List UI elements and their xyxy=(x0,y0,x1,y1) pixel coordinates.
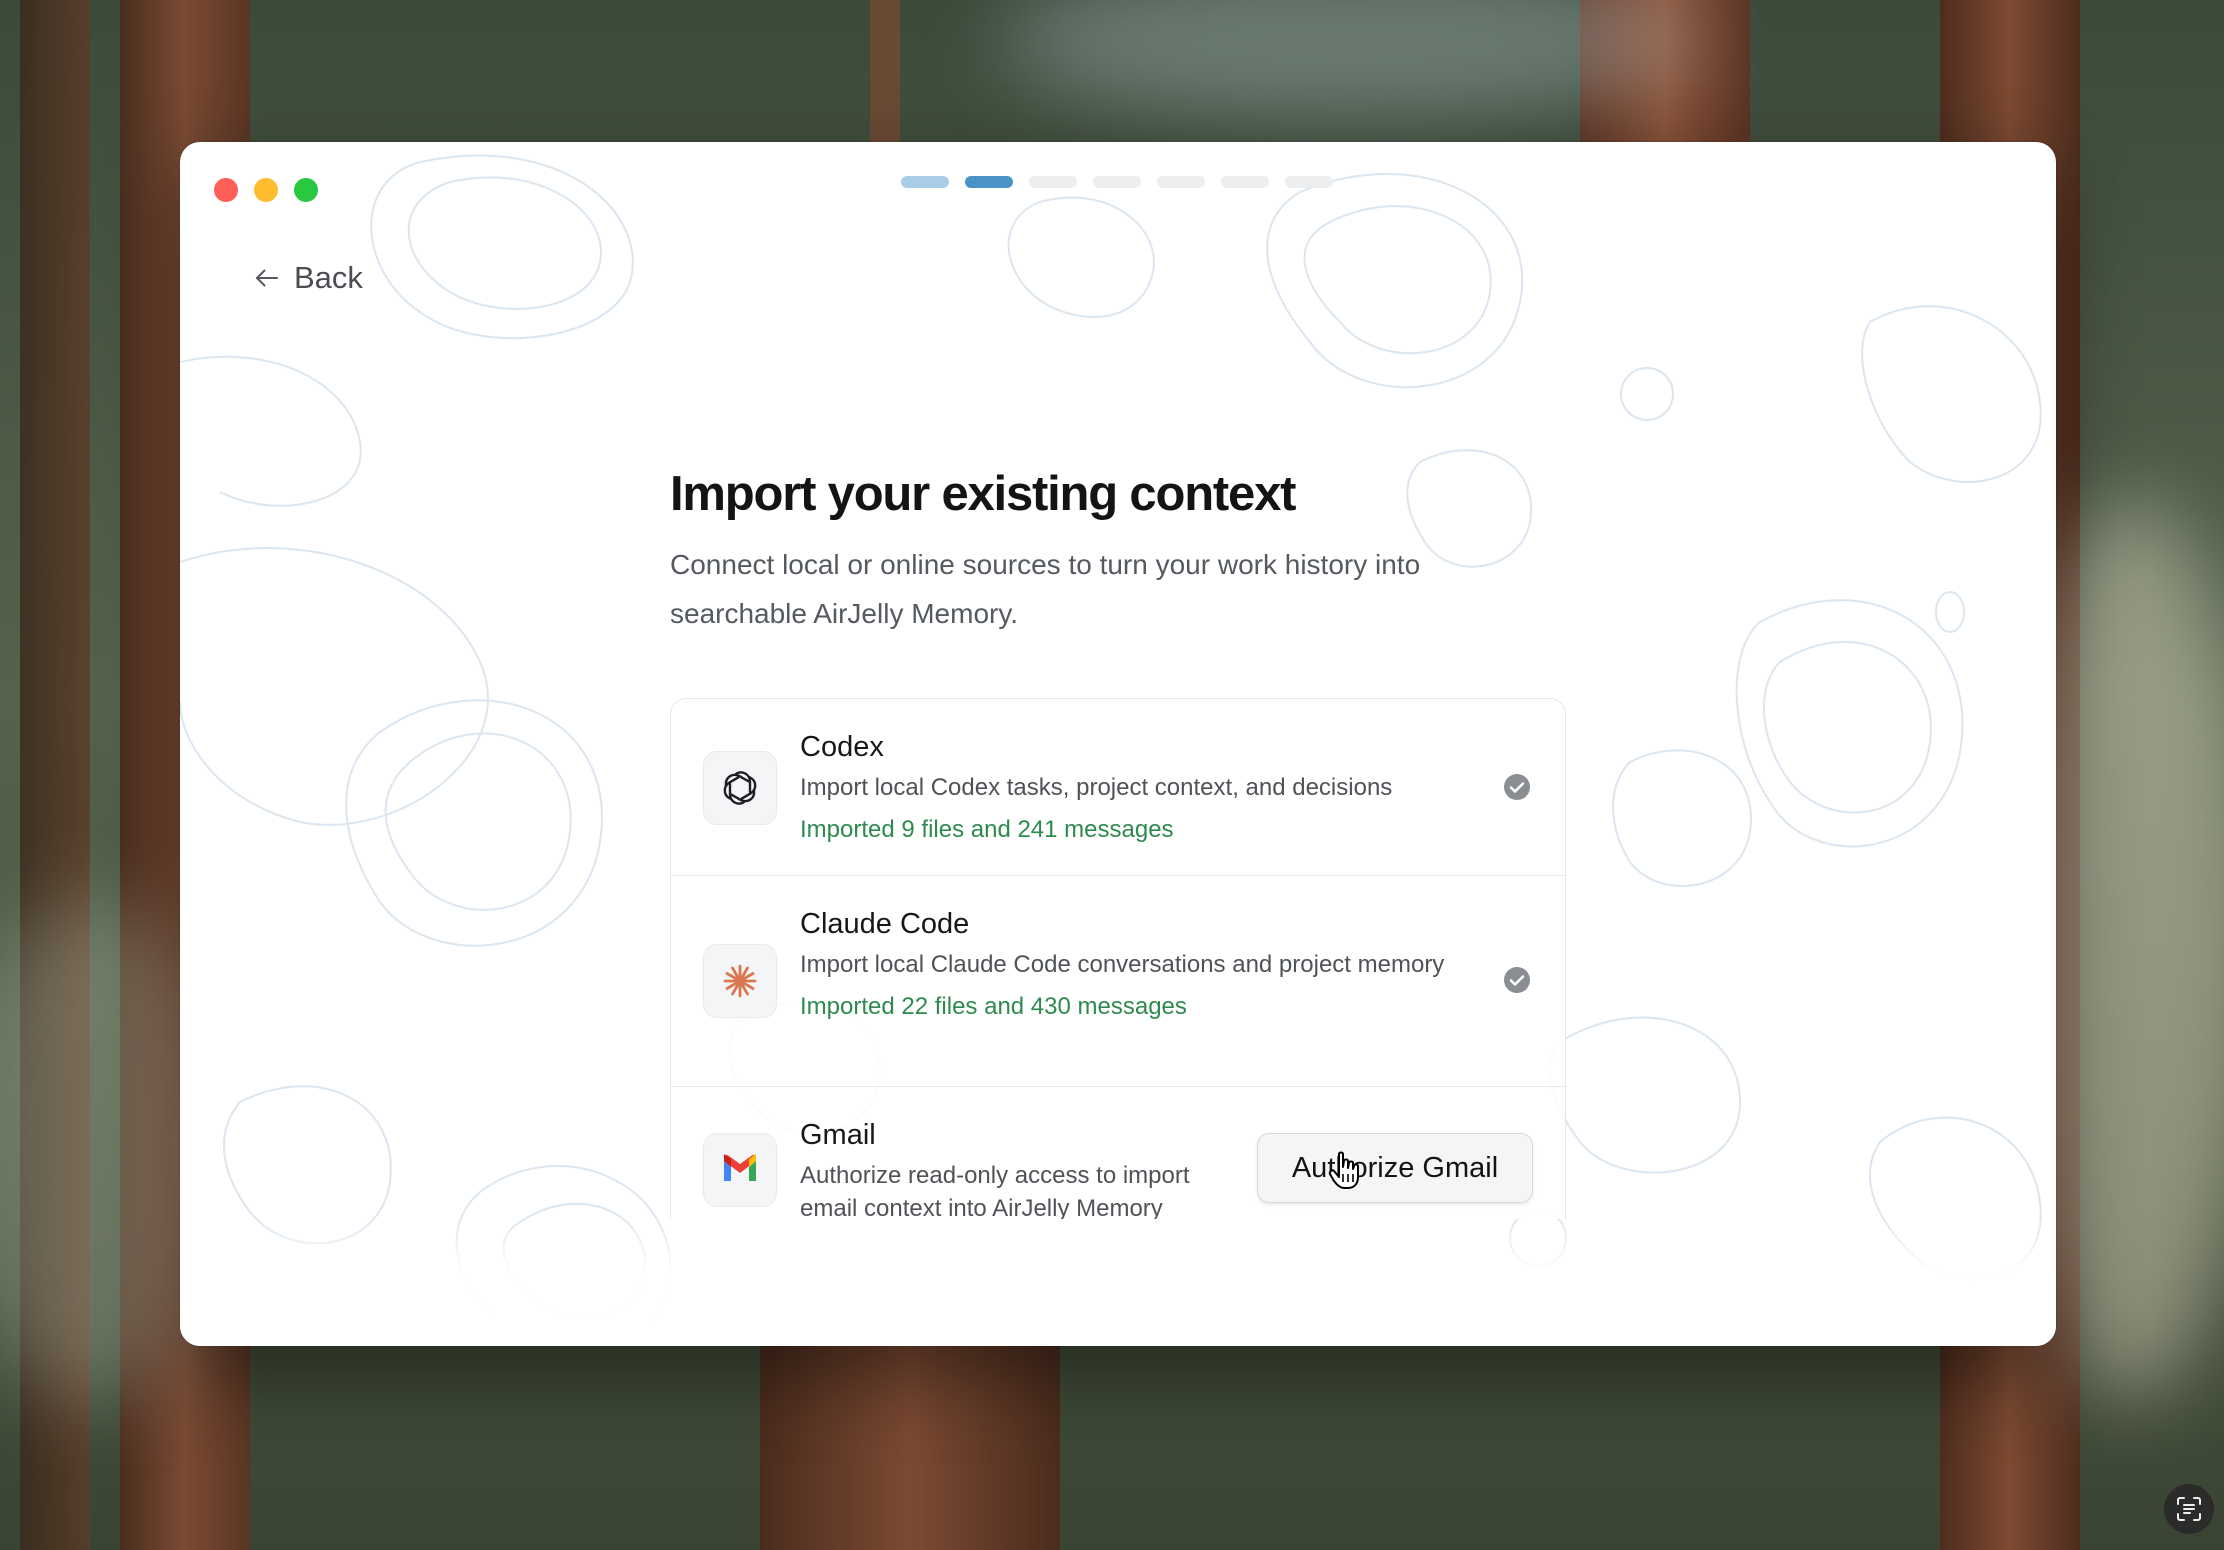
progress-step-6 xyxy=(1221,176,1269,188)
minimize-window-button[interactable] xyxy=(254,178,278,202)
source-name: Gmail xyxy=(800,1119,876,1151)
onboarding-window: Back Import your existing context Connec… xyxy=(180,142,2056,1346)
progress-step-5 xyxy=(1157,176,1205,188)
check-icon xyxy=(1504,774,1530,800)
back-label: Back xyxy=(294,260,363,295)
source-row-codex[interactable]: Codex Import local Codex tasks, project … xyxy=(671,699,1565,876)
close-window-button[interactable] xyxy=(214,178,238,202)
import-status: Imported 22 files and 430 messages xyxy=(800,993,1187,1020)
zoom-window-button[interactable] xyxy=(294,178,318,202)
check-icon xyxy=(1504,967,1530,993)
import-status: Imported 9 files and 241 messages xyxy=(800,816,1174,843)
sources-list: Codex Import local Codex tasks, project … xyxy=(670,698,1566,1219)
source-description: Import local Codex tasks, project contex… xyxy=(800,774,1393,801)
scroll-fade xyxy=(180,1216,2056,1346)
source-description: Authorize read-only access to import ema… xyxy=(800,1162,1190,1219)
source-row-claude-code[interactable]: Claude Code Import local Claude Code con… xyxy=(671,876,1565,1087)
text-scan-icon xyxy=(2177,1497,2201,1521)
hand-cursor-icon xyxy=(1328,1151,1359,1189)
back-button[interactable]: Back xyxy=(252,260,363,296)
gmail-icon xyxy=(703,1133,777,1207)
onboarding-progress xyxy=(901,176,1333,188)
progress-step-1 xyxy=(901,176,949,188)
progress-step-7 xyxy=(1285,176,1333,188)
main-content: Import your existing context Connect loc… xyxy=(670,464,1566,1219)
arrow-left-icon xyxy=(256,269,278,287)
source-name: Codex xyxy=(800,731,884,763)
source-description: Import local Claude Code conversations a… xyxy=(800,951,1445,978)
page-title: Import your existing context xyxy=(670,467,1296,521)
claude-icon xyxy=(703,944,777,1018)
source-name: Claude Code xyxy=(800,908,970,940)
page-subtitle: Connect local or online sources to turn … xyxy=(670,549,1421,629)
progress-step-3 xyxy=(1029,176,1077,188)
screenshot-tool-button[interactable] xyxy=(2164,1484,2214,1534)
authorize-gmail-button[interactable]: Authorize Gmail xyxy=(1257,1133,1533,1203)
progress-step-4 xyxy=(1093,176,1141,188)
source-row-gmail[interactable]: Gmail Authorize read-only access to impo… xyxy=(671,1087,1565,1219)
window-controls xyxy=(214,178,318,202)
progress-step-2 xyxy=(965,176,1013,188)
openai-icon xyxy=(703,751,777,825)
